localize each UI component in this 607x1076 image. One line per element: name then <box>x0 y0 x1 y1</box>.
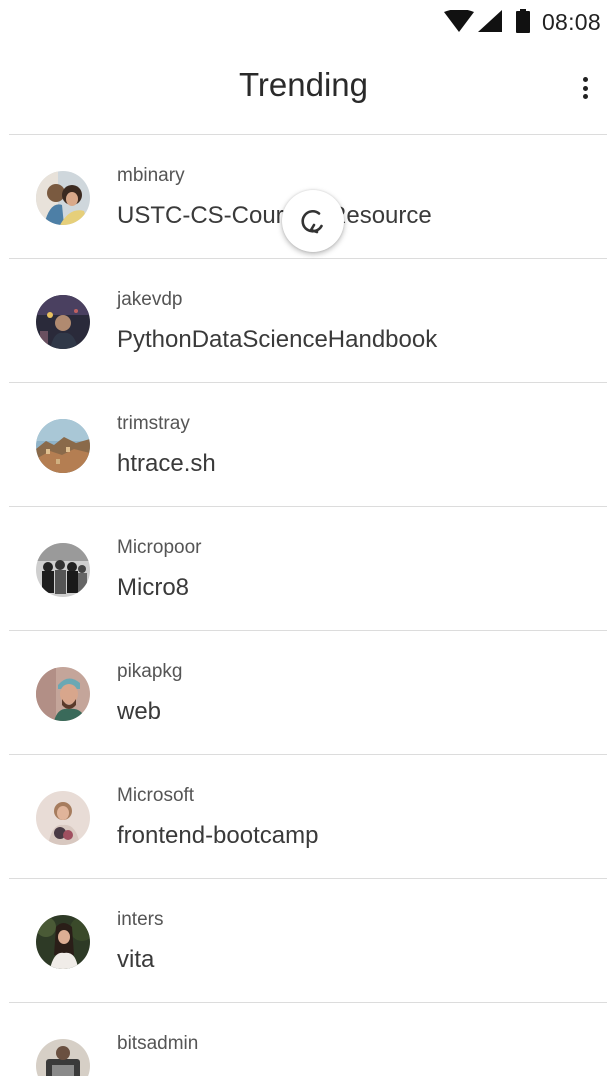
repo-list-item[interactable]: inters vita <box>9 879 607 1003</box>
page-title: Trending <box>238 66 369 103</box>
repo-owner: inters <box>117 909 164 930</box>
repo-owner: jakevdp <box>117 289 183 310</box>
repo-name: frontend-bootcamp <box>117 822 319 849</box>
repo-owner: trimstray <box>117 413 190 434</box>
avatar <box>36 171 90 225</box>
repo-list-item[interactable]: Micropoor Micro8 <box>9 507 607 631</box>
avatar <box>36 915 90 969</box>
status-bar: 08:08 <box>0 0 607 44</box>
status-time: 08:08 <box>541 9 601 35</box>
cellular-signal-icon <box>478 10 502 32</box>
avatar <box>36 667 90 721</box>
screen: 08:08 Trending mbinary USTC-CS-Courses-R… <box>0 0 607 1076</box>
repo-list: mbinary USTC-CS-Courses-Resource jakevdp… <box>0 135 607 1076</box>
repo-name: vita <box>117 946 155 973</box>
avatar <box>36 791 90 845</box>
avatar <box>36 543 90 597</box>
refresh-indicator <box>282 190 344 252</box>
repo-list-item[interactable]: bitsadmin <box>9 1003 607 1076</box>
repo-owner: bitsadmin <box>117 1033 199 1054</box>
repo-owner: pikapkg <box>117 661 183 682</box>
avatar <box>36 295 90 349</box>
repo-name: USTC-CS-Courses-Resource <box>117 202 432 229</box>
repo-list-item[interactable]: Microsoft frontend-bootcamp <box>9 755 607 879</box>
repo-owner: Microsoft <box>117 785 195 806</box>
repo-name: htrace.sh <box>117 450 216 477</box>
refresh-icon <box>301 210 323 234</box>
avatar <box>36 419 90 473</box>
more-vert-icon[interactable] <box>578 77 592 107</box>
avatar <box>36 1039 90 1076</box>
app-bar: Trending <box>0 44 607 134</box>
repo-list-item[interactable]: pikapkg web <box>9 631 607 755</box>
repo-name: web <box>117 698 162 725</box>
repo-name: Micro8 <box>117 574 190 601</box>
wifi-icon <box>444 10 474 32</box>
repo-owner: Micropoor <box>117 537 202 558</box>
repo-owner: mbinary <box>117 165 185 186</box>
repo-name: PythonDataScienceHandbook <box>117 326 438 353</box>
repo-list-item[interactable]: trimstray htrace.sh <box>9 383 607 507</box>
repo-list-item[interactable]: jakevdp PythonDataScienceHandbook <box>9 259 607 383</box>
battery-icon <box>516 9 530 33</box>
